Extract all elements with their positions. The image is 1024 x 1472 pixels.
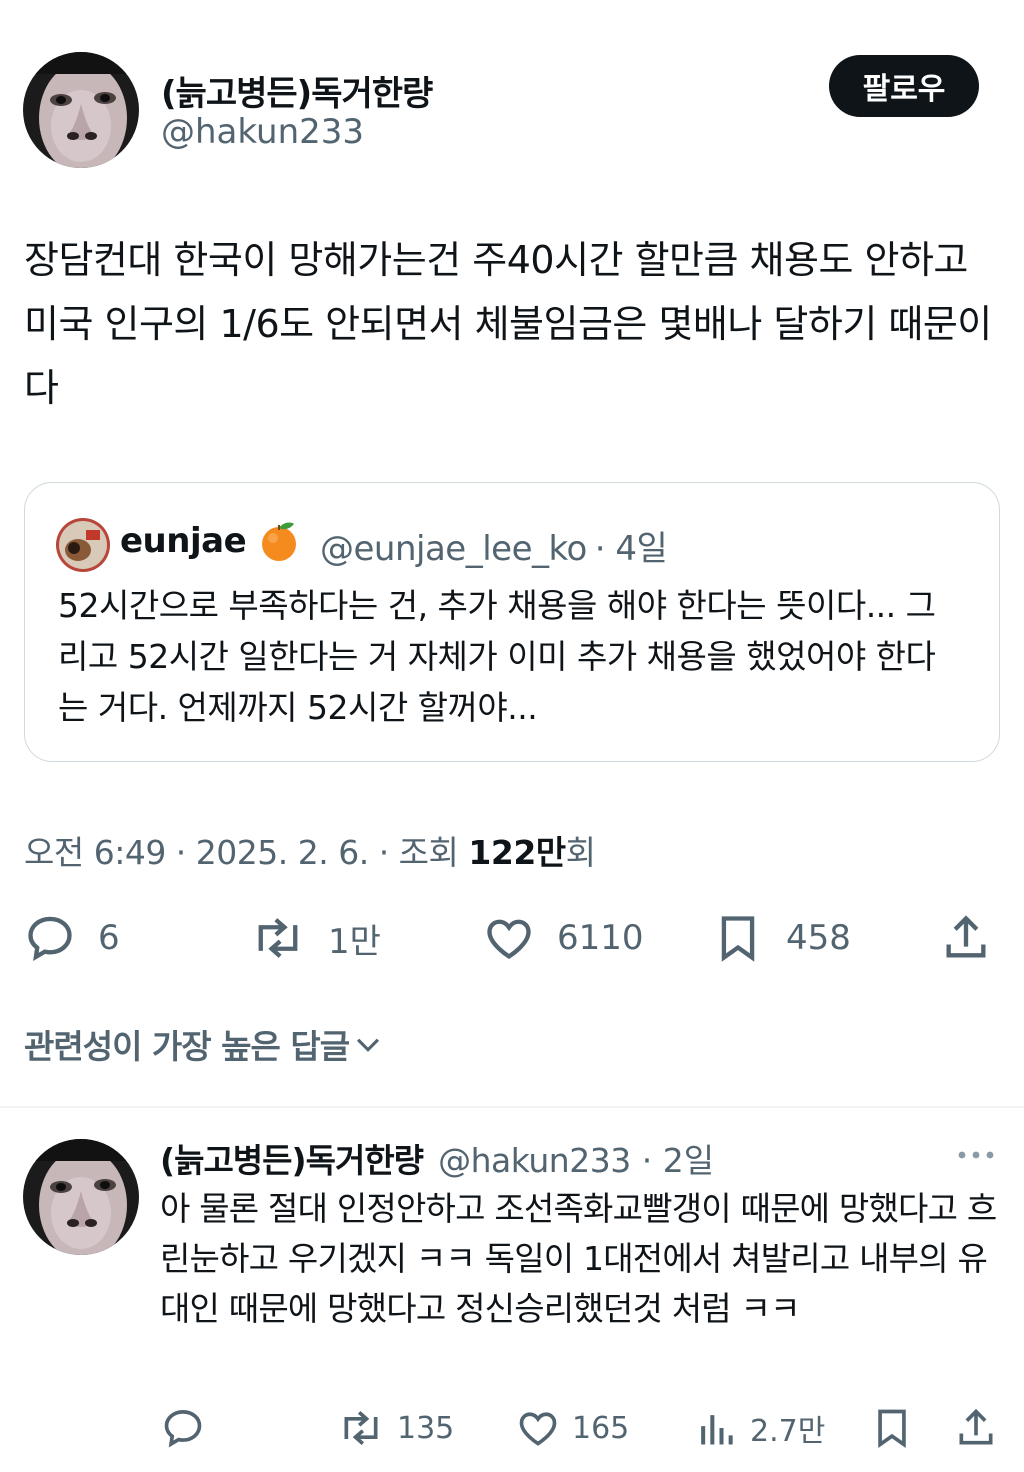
author-handle[interactable]: @hakun233	[161, 112, 364, 152]
reply-text: 아 물론 절대 인정안하고 조선족화교빨갱이 때문에 망했다고 흐린눈하고 우기…	[160, 1189, 997, 1328]
retweet-count: 1만	[328, 921, 381, 962]
bookmark-button[interactable]: 458	[712, 912, 851, 964]
reply-button[interactable]: 6	[24, 912, 120, 964]
timestamp: 오전 6:49 · 2025. 2. 6. · 조회	[24, 833, 469, 872]
reply-author-handle[interactable]: @hakun233	[438, 1141, 631, 1180]
reply-view-count: 2.7만	[750, 1414, 826, 1449]
reply-like-button[interactable]: 165	[516, 1406, 629, 1450]
bookmark-count: 458	[786, 918, 851, 958]
quoted-author-name: eunjae	[120, 521, 247, 561]
quoted-author-handle: @eunjae_lee_ko · 4일	[320, 529, 668, 569]
reply-author-name[interactable]: (늙고병든)독거한량	[160, 1141, 424, 1180]
more-icon	[958, 1151, 994, 1159]
more-options-button[interactable]	[956, 1140, 996, 1174]
reply-share-button[interactable]	[954, 1406, 998, 1450]
tweet-text: 장담컨대 한국이 망해가는건 주40시간 할만큼 채용도 안하고 미국 인구의 …	[24, 238, 992, 410]
heart-icon	[519, 1412, 557, 1446]
reply-header: (늙고병든)독거한량 @hakun233 · 2일	[160, 1134, 714, 1182]
reply-like-count: 165	[572, 1410, 630, 1446]
replies-sort-dropdown[interactable]: 관련성이 가장 높은 답글	[24, 1020, 385, 1068]
quoted-author-avatar	[56, 518, 110, 572]
reply-bookmark-button[interactable]	[870, 1406, 914, 1450]
view-count: 122만	[468, 833, 566, 872]
view-suffix: 회	[565, 833, 596, 872]
like-count: 6110	[557, 918, 644, 958]
bookmark-icon	[721, 916, 755, 962]
reply-retweet-button[interactable]: 135	[337, 1406, 454, 1450]
retweet-button[interactable]: 1만	[250, 912, 381, 964]
like-button[interactable]: 6110	[483, 912, 644, 964]
share-icon	[946, 915, 986, 958]
quoted-time: · 4일	[594, 529, 668, 569]
reply-retweet-count: 135	[397, 1410, 455, 1446]
quoted-tweet-text: 52시간으로 부족하다는 건, 추가 채용을 해야 한다는 뜻이다... 그리고…	[58, 586, 936, 727]
heart-icon	[487, 919, 531, 959]
reply-icon	[28, 916, 72, 961]
retweet-icon	[258, 918, 298, 958]
orange-emoji-icon	[256, 518, 302, 568]
divider	[0, 1106, 1024, 1108]
chevron-down-icon	[357, 1038, 380, 1052]
reply-views-button[interactable]: 2.7만	[694, 1406, 825, 1450]
analytics-icon	[701, 1415, 733, 1445]
reply-reply-button[interactable]	[161, 1406, 205, 1450]
reply-author-avatar[interactable]	[23, 1139, 139, 1255]
bookmark-icon	[878, 1409, 906, 1449]
follow-button[interactable]: 팔로우	[829, 55, 979, 117]
reply-icon	[164, 1410, 202, 1448]
reply-time: · 2일	[641, 1141, 715, 1180]
retweet-icon	[344, 1411, 378, 1445]
share-button[interactable]	[940, 912, 992, 964]
replies-sort-label: 관련성이 가장 높은 답글	[24, 1027, 350, 1066]
reply-count: 6	[98, 918, 120, 958]
share-icon	[959, 1408, 993, 1445]
author-name[interactable]: (늙고병든)독거한량	[161, 66, 433, 115]
tweet-meta: 오전 6:49 · 2025. 2. 6. · 조회 122만회	[24, 826, 596, 874]
author-avatar[interactable]	[23, 52, 139, 168]
